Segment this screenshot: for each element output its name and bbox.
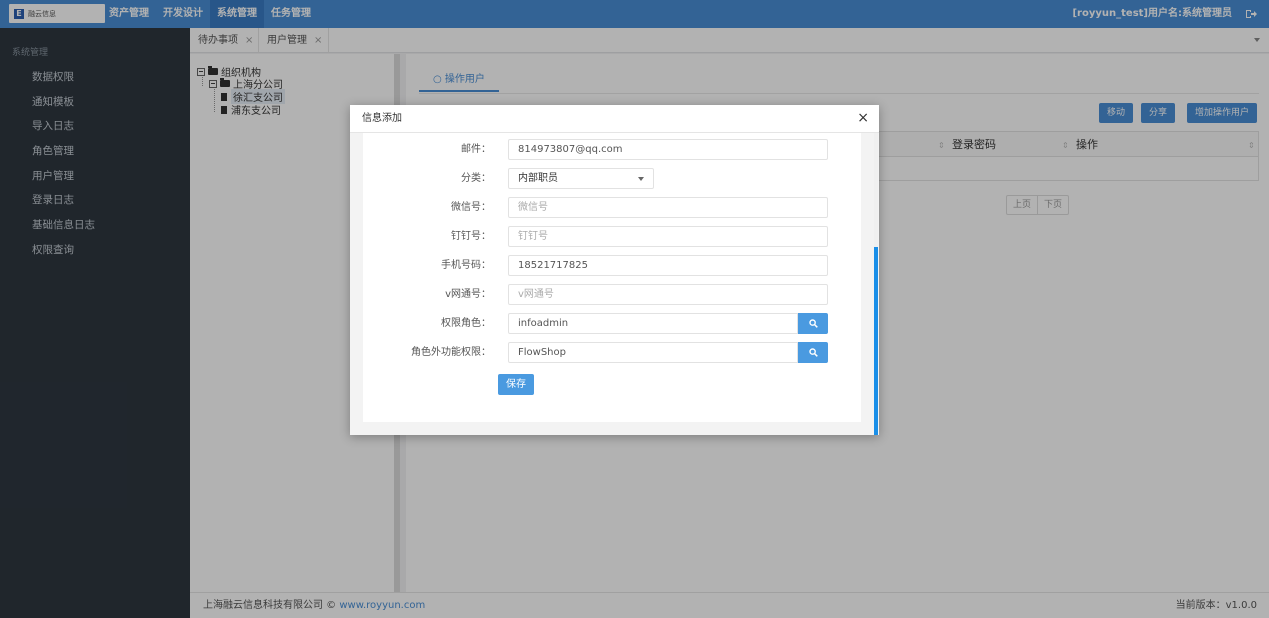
dialog-header: 信息添加 × [350,105,879,133]
permission-role-field[interactable] [508,313,798,334]
extra-permission-search-button[interactable] [798,342,828,363]
form-row-permission-role: 权限角色： [363,313,861,334]
dialog-body: 邮件： 分类： 内部职员 微信号： 钉钉号： 手机号码： [350,133,879,435]
mobile-field[interactable] [508,255,828,276]
category-selected-value: 内部职员 [518,173,558,184]
form-row-extra-permission: 角色外功能权限： [363,342,861,363]
dingtalk-field[interactable] [508,226,828,247]
chevron-down-icon [638,177,644,181]
search-icon [809,348,818,357]
email-label: 邮件： [461,144,491,155]
wechat-label: 微信号： [451,202,491,213]
scrollbar-thumb[interactable] [874,247,878,435]
email-field[interactable] [508,139,828,160]
dingtalk-label: 钉钉号： [451,231,491,242]
permission-role-label: 权限角色： [441,318,491,329]
form-row-dingtalk: 钉钉号： [363,226,861,247]
category-label: 分类： [461,173,491,184]
form-row-wechat: 微信号： [363,197,861,218]
mobile-label: 手机号码： [441,260,491,271]
form-row-category: 分类： 内部职员 [363,168,861,189]
info-add-dialog: 信息添加 × 邮件： 分类： 内部职员 微信号： 钉钉号： [350,105,879,435]
wechat-field[interactable] [508,197,828,218]
form-row-mobile: 手机号码： [363,255,861,276]
form-row-email: 邮件： [363,139,861,160]
save-button[interactable]: 保存 [498,374,534,395]
extra-permission-field[interactable] [508,342,798,363]
extra-permission-label: 角色外功能权限： [411,347,491,358]
close-icon[interactable]: × [857,111,869,125]
vnet-label: v网通号： [445,289,491,300]
form: 邮件： 分类： 内部职员 微信号： 钉钉号： 手机号码： [363,133,861,422]
category-select[interactable]: 内部职员 [508,168,654,189]
form-row-vnet: v网通号： [363,284,861,305]
dialog-title: 信息添加 [362,113,402,124]
search-icon [809,319,818,328]
permission-role-search-button[interactable] [798,313,828,334]
vnet-field[interactable] [508,284,828,305]
